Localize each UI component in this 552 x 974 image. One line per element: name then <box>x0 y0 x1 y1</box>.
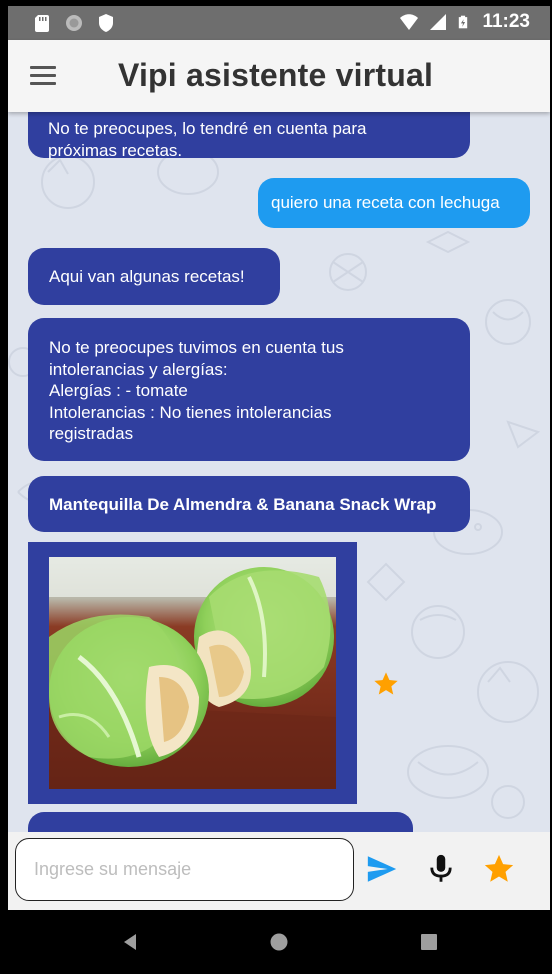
input-bar <box>8 832 550 910</box>
microphone-icon[interactable] <box>424 852 458 886</box>
shield-icon <box>99 14 113 32</box>
hamburger-menu-icon[interactable] <box>30 66 58 86</box>
recents-square-icon[interactable] <box>417 930 441 954</box>
bot-message: No te preocupes, lo tendré en cuenta par… <box>28 112 470 160</box>
send-icon[interactable] <box>365 852 399 886</box>
message-input[interactable] <box>15 838 354 901</box>
bot-message-partial <box>28 812 413 832</box>
back-triangle-icon[interactable] <box>118 930 142 954</box>
navigation-bar <box>8 910 550 974</box>
battery-icon <box>459 15 468 29</box>
star-icon[interactable] <box>482 852 516 886</box>
home-circle-icon[interactable] <box>267 930 291 954</box>
page-title: Vipi asistente virtual <box>118 57 434 93</box>
bot-message: Aqui van algunas recetas! <box>28 248 280 305</box>
chat-area[interactable]: No te preocupes, lo tendré en cuenta par… <box>8 112 550 832</box>
bot-message: No te preocupes tuvimos en cuenta tus in… <box>28 318 470 461</box>
wifi-icon <box>400 14 419 30</box>
recipe-title-message[interactable]: Mantequilla De Almendra & Banana Snack W… <box>28 476 470 532</box>
status-time: 11:23 <box>482 11 530 32</box>
signal-icon <box>430 14 447 30</box>
recipe-image-card[interactable] <box>28 542 357 804</box>
circle-icon <box>66 15 82 31</box>
phone-screen: 11:23 Vipi asistente virtual No te preoc… <box>0 0 552 974</box>
user-message: quiero una receta con lechuga <box>258 178 530 228</box>
sd-card-icon <box>35 15 49 32</box>
lettuce-wrap-photo <box>49 557 336 789</box>
star-icon[interactable] <box>372 670 400 698</box>
status-bar: 11:23 <box>8 6 550 40</box>
app-bar: Vipi asistente virtual <box>8 40 550 112</box>
